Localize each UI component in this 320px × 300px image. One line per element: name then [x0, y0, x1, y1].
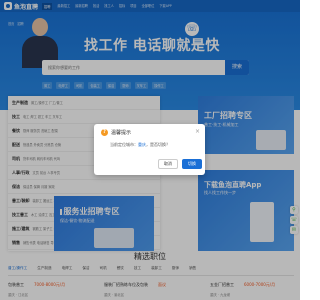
dialog-message-suffix: ，是否切换？ — [146, 142, 170, 147]
close-icon[interactable]: × — [195, 128, 200, 135]
city-link[interactable]: 重庆 — [138, 142, 146, 147]
dialog-title: 温馨提示 — [111, 130, 132, 136]
cancel-button[interactable]: 取消 — [158, 159, 178, 169]
dialog-message: 当前定位城市：重庆，是否切换？ — [110, 142, 170, 148]
city-switch-dialog: ? 温馨提示 × 当前定位城市：重庆，是否切换？ 取消 切换 — [94, 124, 205, 175]
question-icon: ? — [101, 129, 108, 136]
switch-button[interactable]: 切换 — [182, 159, 202, 169]
dialog-message-prefix: 当前定位城市： — [110, 142, 138, 147]
dialog-header: ? 温馨提示 — [101, 129, 131, 136]
